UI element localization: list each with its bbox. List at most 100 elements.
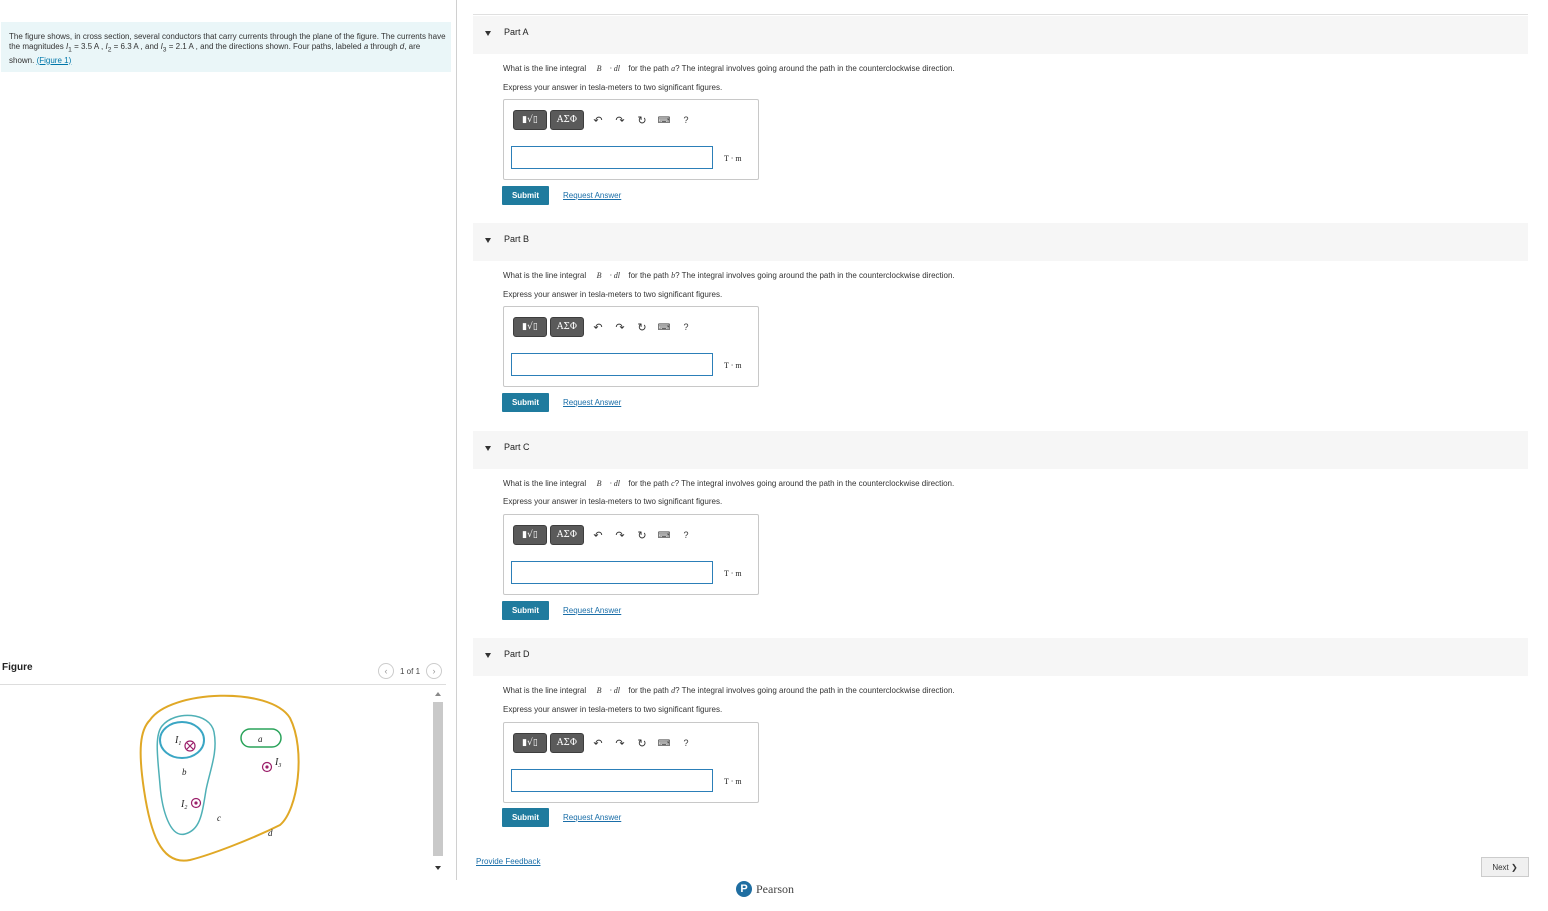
part-a-answer-box: ▮√▯ ΑΣΦ ↶ ↷ ↻ ⌨ ? T · m: [503, 99, 759, 180]
pearson-brand: P Pearson: [736, 881, 794, 897]
pane-divider: [456, 0, 457, 880]
integral-expr: ∮ B⃗ · dl⃗: [588, 479, 627, 488]
part-b-request-answer-link[interactable]: Request Answer: [563, 398, 621, 407]
redo-icon[interactable]: ↷: [609, 734, 631, 752]
problem-statement: The figure shows, in cross section, seve…: [1, 22, 451, 72]
redo-icon[interactable]: ↷: [609, 111, 631, 129]
label-c: c: [217, 813, 221, 823]
part-a-label: Part A: [504, 27, 529, 37]
i2-current-out: [190, 797, 202, 809]
undo-icon[interactable]: ↶: [587, 734, 609, 752]
part-a-request-answer-link[interactable]: Request Answer: [563, 191, 621, 200]
collapse-triangle-icon: [485, 31, 491, 36]
figure-pager-text: 1 of 1: [400, 666, 421, 676]
part-d-header[interactable]: Part D: [473, 638, 1528, 676]
i1-value: = 3.5 A ,: [71, 42, 106, 51]
figure-divider: [0, 684, 446, 685]
part-d-answer-input[interactable]: [511, 769, 713, 792]
prev-figure-button[interactable]: ‹: [378, 663, 394, 679]
undo-icon[interactable]: ↶: [587, 318, 609, 336]
label-d: d: [268, 828, 273, 838]
template-button[interactable]: ▮√▯: [513, 733, 547, 753]
label-i3: I3: [274, 757, 281, 769]
part-c-request-answer-link[interactable]: Request Answer: [563, 606, 621, 615]
part-c-instruction: Express your answer in tesla-meters to t…: [503, 497, 723, 506]
part-d-submit-button[interactable]: Submit: [502, 808, 549, 827]
part-c-label: Part C: [504, 442, 530, 452]
part-c-submit-button[interactable]: Submit: [502, 601, 549, 620]
math-toolbar: ▮√▯ ΑΣΦ ↶ ↷ ↻ ⌨ ?: [513, 733, 697, 753]
part-c-answer-input[interactable]: [511, 561, 713, 584]
redo-icon[interactable]: ↷: [609, 526, 631, 544]
template-button[interactable]: ▮√▯: [513, 317, 547, 337]
figure-title: Figure: [2, 662, 33, 673]
template-button[interactable]: ▮√▯: [513, 110, 547, 130]
i3-current-out: [261, 761, 273, 773]
reset-icon[interactable]: ↻: [631, 111, 653, 129]
part-d-unit: T · m: [724, 777, 742, 786]
part-c-unit: T · m: [724, 569, 742, 578]
part-a-header[interactable]: Part A: [473, 16, 1528, 54]
greek-button[interactable]: ΑΣΦ: [550, 110, 584, 130]
part-b-label: Part B: [504, 234, 530, 244]
figure-diagram: I1 I2 I3 a b c d: [139, 694, 300, 862]
part-a-question: What is the line integral ∮ B⃗ · dl⃗ for…: [503, 64, 955, 73]
figure-link[interactable]: (Figure 1): [37, 56, 72, 65]
math-toolbar: ▮√▯ ΑΣΦ ↶ ↷ ↻ ⌨ ?: [513, 110, 697, 130]
template-button[interactable]: ▮√▯: [513, 525, 547, 545]
redo-icon[interactable]: ↷: [609, 318, 631, 336]
part-b-submit-button[interactable]: Submit: [502, 393, 549, 412]
part-c-header[interactable]: Part C: [473, 431, 1528, 469]
label-b: b: [182, 767, 187, 777]
label-a: a: [258, 734, 263, 744]
keyboard-icon[interactable]: ⌨: [653, 111, 675, 129]
math-toolbar: ▮√▯ ΑΣΦ ↶ ↷ ↻ ⌨ ?: [513, 525, 697, 545]
integral-expr: ∮ B⃗ · dl⃗: [588, 686, 627, 695]
greek-button[interactable]: ΑΣΦ: [550, 317, 584, 337]
path-d: [139, 694, 300, 862]
integral-expr: ∮ B⃗ · dl⃗: [588, 64, 627, 73]
label-i2: I2: [180, 799, 187, 811]
part-b-unit: T · m: [724, 361, 742, 370]
part-b-answer-input[interactable]: [511, 353, 713, 376]
part-d-label: Part D: [504, 649, 530, 659]
part-a-answer-input[interactable]: [511, 146, 713, 169]
part-c-answer-box: ▮√▯ ΑΣΦ ↶ ↷ ↻ ⌨ ? T · m: [503, 514, 759, 595]
i3-value: = 2.1 A , and the directions shown. Four…: [166, 42, 364, 51]
top-rule: [473, 14, 1528, 15]
keyboard-icon[interactable]: ⌨: [653, 526, 675, 544]
next-figure-button[interactable]: ›: [426, 663, 443, 679]
figure-scroll-thumb[interactable]: [433, 702, 443, 856]
part-d-answer-box: ▮√▯ ΑΣΦ ↶ ↷ ↻ ⌨ ? T · m: [503, 722, 759, 803]
part-b-answer-box: ▮√▯ ΑΣΦ ↶ ↷ ↻ ⌨ ? T · m: [503, 306, 759, 387]
path-b: [159, 721, 205, 759]
undo-icon[interactable]: ↶: [587, 111, 609, 129]
provide-feedback-link[interactable]: Provide Feedback: [476, 857, 540, 866]
math-toolbar: ▮√▯ ΑΣΦ ↶ ↷ ↻ ⌨ ?: [513, 317, 697, 337]
greek-button[interactable]: ΑΣΦ: [550, 733, 584, 753]
part-a-submit-button[interactable]: Submit: [502, 186, 549, 205]
reset-icon[interactable]: ↻: [631, 734, 653, 752]
part-d-instruction: Express your answer in tesla-meters to t…: [503, 705, 723, 714]
reset-icon[interactable]: ↻: [631, 526, 653, 544]
part-a-unit: T · m: [724, 154, 742, 163]
keyboard-icon[interactable]: ⌨: [653, 318, 675, 336]
part-b-header[interactable]: Part B: [473, 223, 1528, 261]
undo-icon[interactable]: ↶: [587, 526, 609, 544]
help-icon[interactable]: ?: [675, 734, 697, 752]
paths-mid: through: [368, 42, 400, 51]
next-button[interactable]: Next ❯: [1481, 857, 1529, 877]
keyboard-icon[interactable]: ⌨: [653, 734, 675, 752]
help-icon[interactable]: ?: [675, 526, 697, 544]
help-icon[interactable]: ?: [675, 318, 697, 336]
pearson-wordmark: Pearson: [756, 881, 794, 896]
part-d-request-answer-link[interactable]: Request Answer: [563, 813, 621, 822]
collapse-triangle-icon: [485, 653, 491, 658]
part-d-question: What is the line integral ∮ B⃗ · dl⃗ for…: [503, 686, 955, 695]
greek-button[interactable]: ΑΣΦ: [550, 525, 584, 545]
part-b-instruction: Express your answer in tesla-meters to t…: [503, 290, 723, 299]
help-icon[interactable]: ?: [675, 111, 697, 129]
integral-expr: ∮ B⃗ · dl⃗: [588, 271, 627, 280]
figure-pager: ‹ 1 of 1 ›: [378, 663, 443, 679]
reset-icon[interactable]: ↻: [631, 318, 653, 336]
